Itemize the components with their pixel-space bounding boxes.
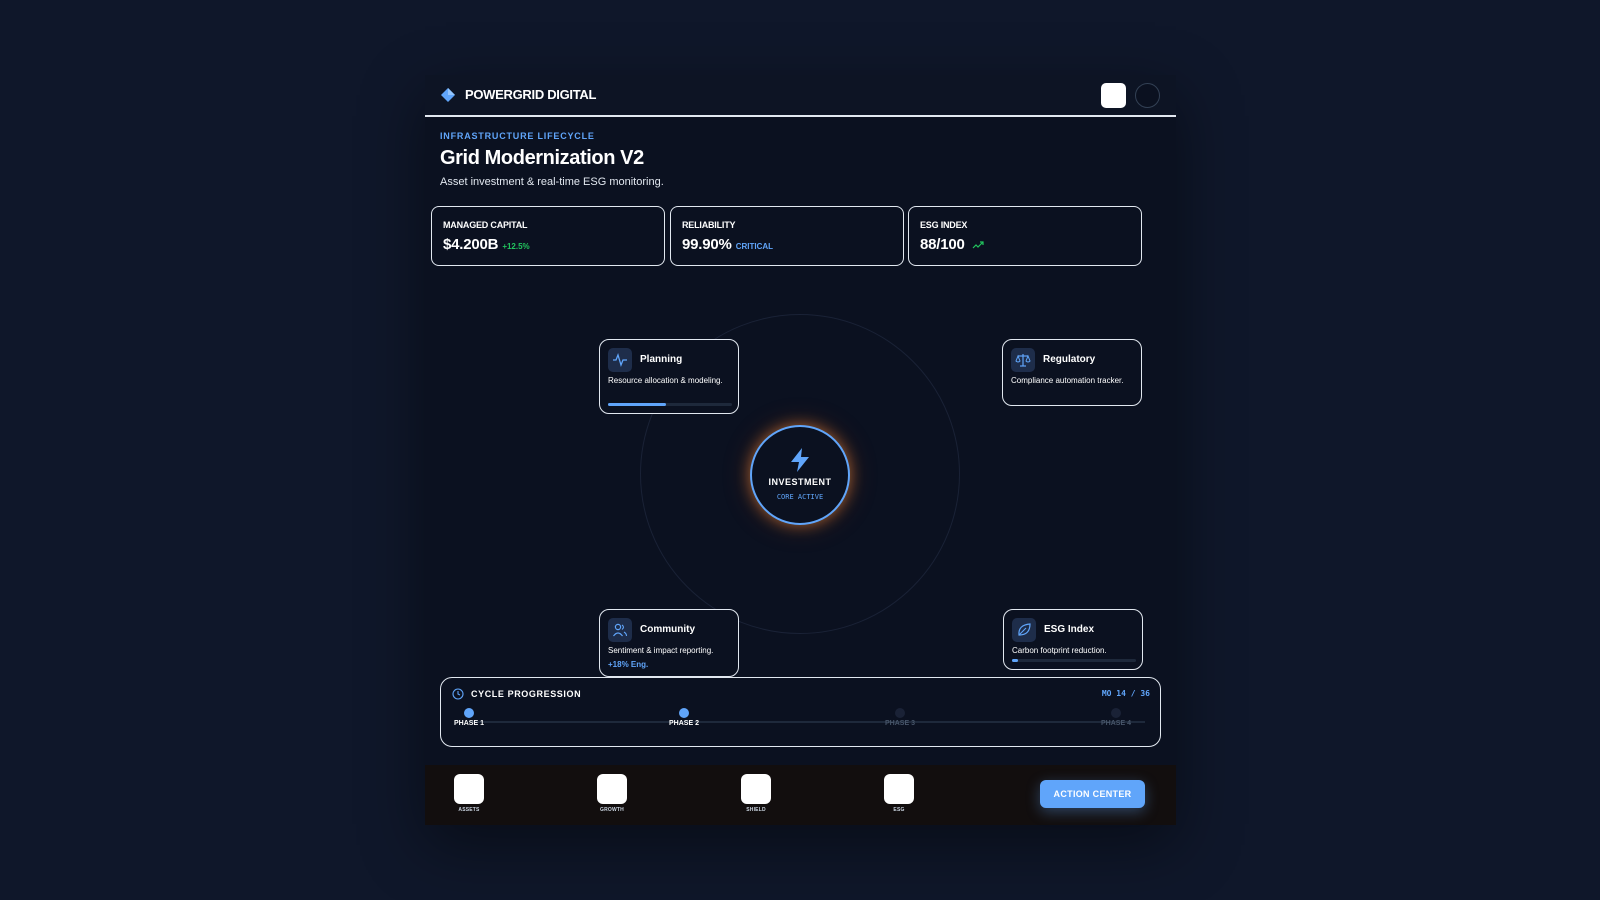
phase-step[interactable]: PHASE 4 [1086,708,1146,727]
node-title: Regulatory [1043,354,1096,365]
node-title: Planning [640,354,683,365]
stat-label: ESG INDEX [920,220,968,230]
leaf-icon [1018,623,1031,636]
header-action-button[interactable] [1101,83,1126,108]
stat-label: MANAGED CAPITAL [443,220,528,230]
stat-label: RELIABILITY [682,220,736,230]
esg-icon [884,774,914,804]
growth-icon [597,774,627,804]
diamond-logo-icon [441,88,455,102]
stat-card-managed-capital[interactable]: MANAGED CAPITAL $4.200B +12.5% [431,206,665,266]
app-window: POWERGRID DIGITAL INFRASTRUCTURE LIFECYC… [425,75,1176,825]
phase-step[interactable]: PHASE 2 [654,708,714,727]
shield-icon [741,774,771,804]
action-center-button[interactable]: ACTION CENTER [1040,780,1145,808]
scale-icon [1015,354,1031,367]
nav-item-esg[interactable]: ESG [874,774,924,813]
phase-step[interactable]: PHASE 3 [870,708,930,727]
stat-value-text: $4.200B [443,236,499,253]
progress-fill [1012,659,1019,662]
node-description: Resource allocation & modeling. [608,376,723,385]
stat-value-text: 88/100 [920,236,965,253]
progress-fill [608,403,667,406]
page-overline: INFRASTRUCTURE LIFECYCLE [440,131,595,141]
stat-value: $4.200B +12.5% [443,236,530,253]
trending-up-icon [972,241,984,249]
month-counter: MO 14 / 36 [1101,689,1150,698]
page-subtitle: Asset investment & real-time ESG monitor… [440,176,664,188]
node-card-planning[interactable]: Planning Resource allocation & modeling. [599,339,739,414]
activity-icon [613,353,627,367]
node-icon-box [608,618,632,642]
top-bar: POWERGRID DIGITAL [425,75,1176,117]
node-description: Compliance automation tracker. [1011,376,1124,385]
phase-dot [464,708,474,718]
esg-progress-bar [1012,659,1136,662]
progression-title: CYCLE PROGRESSION [471,689,582,699]
node-description: Carbon footprint reduction. [1012,646,1107,655]
stat-card-reliability[interactable]: RELIABILITY 99.90% CRITICAL [670,206,904,266]
node-card-esg-index[interactable]: ESG Index Carbon footprint reduction. [1003,609,1143,670]
cycle-progression-panel: CYCLE PROGRESSION MO 14 / 36 PHASE 1 PHA… [440,677,1161,747]
phase-label: PHASE 3 [885,720,915,727]
nav-item-growth[interactable]: GROWTH [587,774,637,813]
phase-dot [1111,708,1121,718]
node-description: Sentiment & impact reporting. [608,646,714,655]
node-icon-box [1012,618,1036,642]
node-title: ESG Index [1044,624,1095,635]
nav-label: ASSETS [458,807,480,813]
nav-item-shield[interactable]: SHIELD [731,774,781,813]
lightning-bolt-icon [791,448,809,472]
phase-label: PHASE 4 [1101,720,1131,727]
progression-track [469,721,1145,723]
nav-label: GROWTH [600,807,624,813]
page-title: Grid Modernization V2 [440,147,644,169]
phase-dot [895,708,905,718]
stat-value: 88/100 [920,236,984,253]
stat-change: +12.5% [502,242,530,251]
node-card-regulatory[interactable]: Regulatory Compliance automation tracker… [1002,339,1142,406]
users-icon [613,623,628,637]
nav-label: SHIELD [746,807,766,813]
bottom-nav: ASSETS GROWTH SHIELD ESG ACTION CENTER [425,765,1176,825]
engagement-metric: +18% Eng. [608,660,649,669]
nav-item-assets[interactable]: ASSETS [444,774,494,813]
stat-value-text: 99.90% [682,236,732,253]
clock-icon [452,688,464,700]
core-status: CORE ACTIVE [776,493,824,501]
phase-label: PHASE 1 [454,720,484,727]
node-card-community[interactable]: Community Sentiment & impact reporting. … [599,609,739,677]
brand-name: POWERGRID DIGITAL [465,87,597,102]
nav-label: ESG [893,807,905,813]
avatar[interactable] [1135,83,1160,108]
stat-value: 99.90% CRITICAL [682,236,773,253]
assets-icon [454,774,484,804]
node-icon-box [1011,348,1035,372]
phase-step[interactable]: PHASE 1 [439,708,499,727]
investment-core[interactable]: INVESTMENT CORE ACTIVE [750,425,850,525]
stat-status-badge: CRITICAL [735,242,774,251]
phase-dot [679,708,689,718]
node-title: Community [640,624,695,635]
planning-progress-bar [608,403,732,406]
stat-card-esg-index[interactable]: ESG INDEX 88/100 [908,206,1142,266]
phase-label: PHASE 2 [669,720,699,727]
core-label: INVESTMENT [768,477,832,487]
node-icon-box [608,348,632,372]
